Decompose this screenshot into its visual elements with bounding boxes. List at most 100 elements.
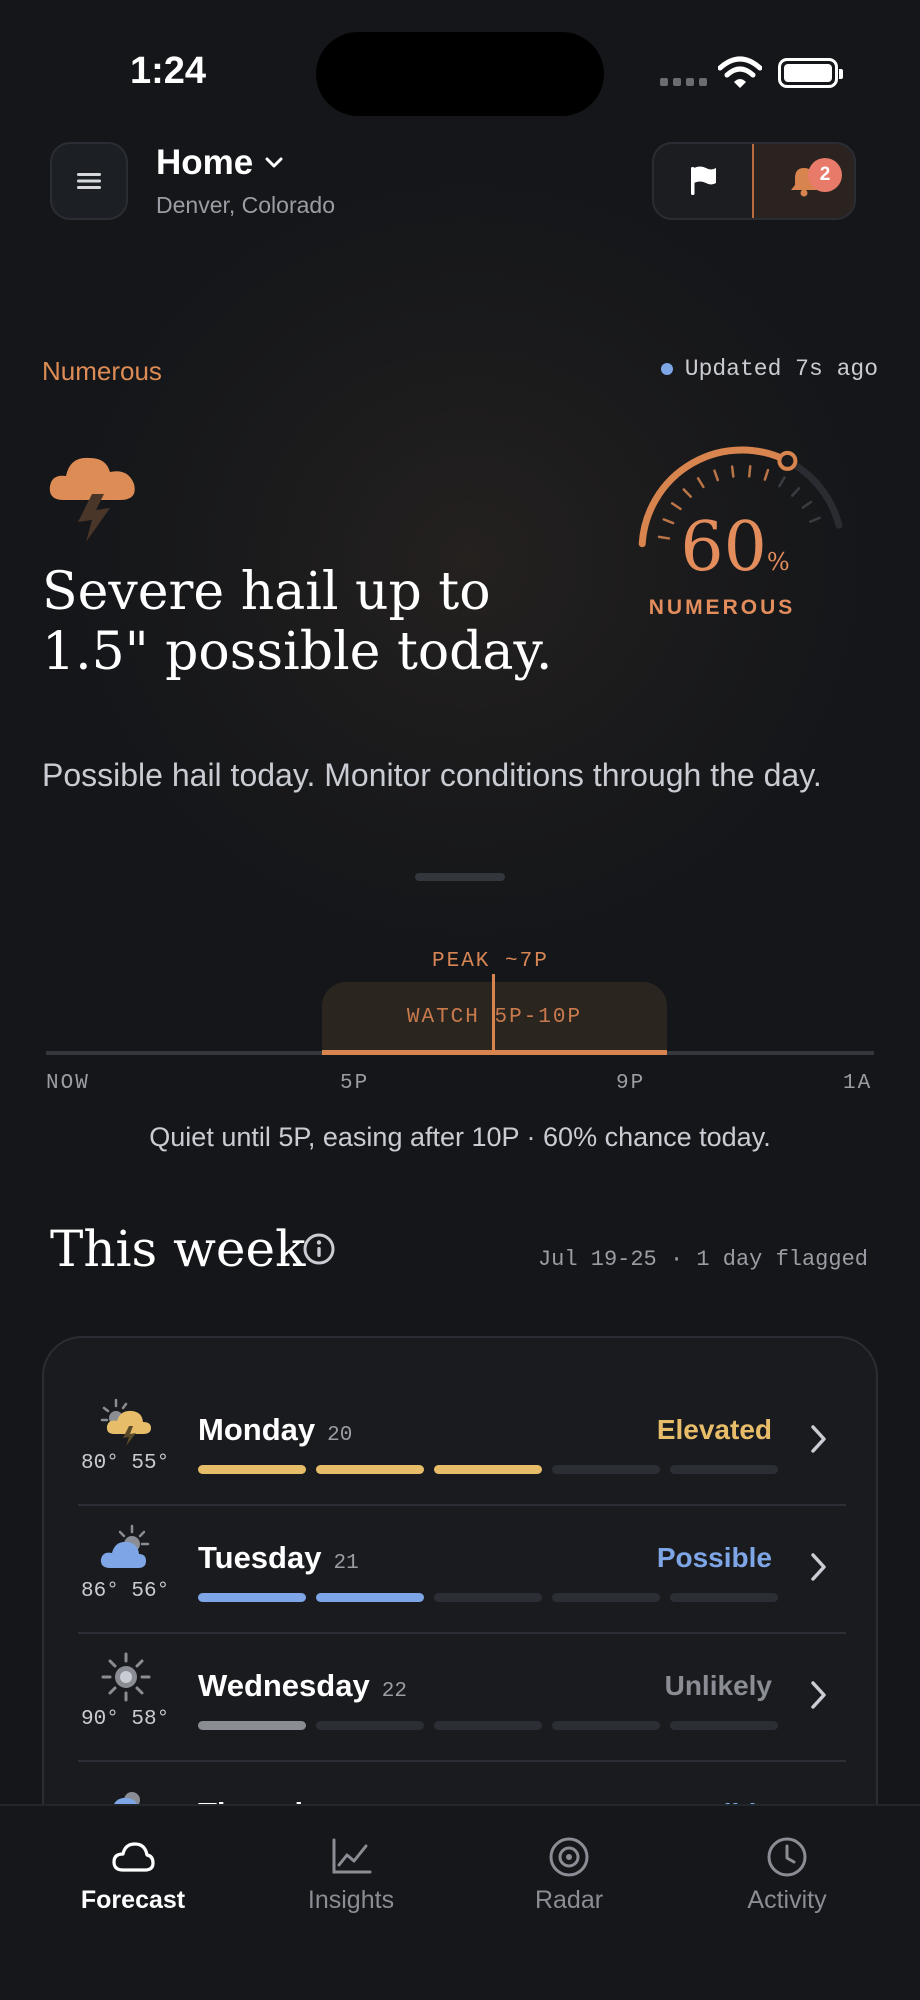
timeline-caption: Quiet until 5P, easing after 10P · 60% c… xyxy=(149,1122,771,1152)
updated-text: Updated 7s ago xyxy=(684,356,878,382)
tab-label: Activity xyxy=(747,1886,827,1914)
header-actions: 2 xyxy=(652,142,856,220)
hamburger-icon xyxy=(77,173,101,189)
gauge-tick xyxy=(801,500,813,509)
day-temps: 86° 56° xyxy=(81,1580,170,1603)
radar-icon xyxy=(549,1837,589,1877)
day-risk-level: Possible xyxy=(656,1542,772,1573)
cloud-icon xyxy=(112,1842,155,1872)
risk-bars xyxy=(198,1465,778,1474)
day-date: 21 xyxy=(333,1552,359,1575)
notification-badge: 2 xyxy=(808,158,842,192)
day-name: Monday 20 xyxy=(198,1412,352,1448)
hero-summary: Possible hail today. Monitor conditions … xyxy=(42,757,822,793)
risk-bar xyxy=(198,1465,306,1474)
wifi-icon xyxy=(718,56,762,88)
risk-bar xyxy=(552,1465,660,1474)
partly-cloudy-icon xyxy=(100,1524,150,1568)
gauge-unit: % xyxy=(766,548,790,576)
tab-label: Insights xyxy=(307,1886,395,1914)
sun-icon xyxy=(101,1652,151,1702)
risk-bar xyxy=(434,1593,542,1602)
hero-headline: Severe hail up to 1.5" possible today. xyxy=(42,562,553,682)
risk-label: Numerous xyxy=(42,356,162,386)
storm-cloud-lightning-icon xyxy=(49,457,135,542)
status-time: 1:24 xyxy=(130,50,207,92)
day-row-wednesday[interactable]: 90° 58° Wednesday 22 Unlikely xyxy=(78,1634,846,1762)
forecast-screen: 1:24 Home Denver, Colorado 2 Numerous Up… xyxy=(0,0,920,2000)
menu-button[interactable] xyxy=(50,142,128,220)
gauge-number: 60 xyxy=(680,508,767,587)
risk-bar xyxy=(670,1721,778,1730)
chevron-right-icon xyxy=(811,1425,826,1453)
day-risk-level: Unlikely xyxy=(664,1670,772,1701)
cellular-signal-icon xyxy=(660,78,707,86)
gauge-tick xyxy=(696,477,705,489)
risk-bar xyxy=(552,1721,660,1730)
day-temps: 80° 55° xyxy=(81,1452,170,1475)
gauge-tick xyxy=(730,465,735,478)
day-name: Wednesday 22 xyxy=(198,1668,407,1704)
day-risk-level: Elevated xyxy=(656,1414,772,1445)
risk-bar xyxy=(434,1465,542,1474)
tab-label: Forecast xyxy=(80,1886,186,1914)
day-row-tuesday[interactable]: 86° 56° Tuesday 21 Possible xyxy=(78,1506,846,1634)
live-dot-icon xyxy=(660,363,673,375)
day-name-text: Tuesday xyxy=(198,1540,322,1575)
sheet-handle[interactable] xyxy=(415,873,505,881)
day-date: 20 xyxy=(327,1424,353,1447)
peak-marker xyxy=(492,974,495,1054)
gauge-knob xyxy=(777,450,798,471)
flag-icon xyxy=(691,166,716,195)
tab-bar: Forecast Insights Radar Activity xyxy=(0,1804,920,2000)
gauge-tick xyxy=(790,487,801,497)
day-date: 22 xyxy=(381,1680,407,1703)
gauge-tick xyxy=(778,476,786,488)
peak-label: PEAK ~7P xyxy=(432,950,549,973)
chart-icon xyxy=(332,1838,372,1874)
risk-bar xyxy=(198,1593,306,1602)
risk-bar xyxy=(316,1593,424,1602)
timeline-tick-5p: 5P xyxy=(340,1072,370,1095)
location-selector[interactable]: Home xyxy=(156,143,283,183)
timeline-tick-9p: 9P xyxy=(616,1072,646,1095)
battery-icon xyxy=(778,58,843,88)
tab-forecast[interactable]: Forecast xyxy=(28,1836,238,1915)
risk-bar xyxy=(316,1721,424,1730)
location-subtitle: Denver, Colorado xyxy=(156,192,335,218)
risk-bar xyxy=(670,1465,778,1474)
gauge-tick xyxy=(763,468,770,481)
info-icon[interactable] xyxy=(302,1232,336,1266)
risk-bars xyxy=(198,1721,778,1730)
location-title: Home xyxy=(156,143,254,182)
week-meta: Jul 19-25 · 1 day flagged xyxy=(537,1247,868,1272)
day-temps: 90° 58° xyxy=(81,1708,170,1731)
tab-activity[interactable]: Activity xyxy=(682,1836,892,1915)
notifications-button[interactable]: 2 xyxy=(752,144,854,218)
tab-radar[interactable]: Radar xyxy=(464,1836,674,1915)
gauge-value: 60% xyxy=(655,508,815,587)
day-name-text: Wednesday xyxy=(198,1668,370,1703)
clock-icon xyxy=(767,1837,807,1877)
dynamic-island xyxy=(316,32,604,116)
chevron-down-icon xyxy=(265,157,283,168)
day-name: Tuesday 21 xyxy=(198,1540,359,1576)
flag-button[interactable] xyxy=(654,144,752,218)
week-title: This week xyxy=(50,1220,306,1278)
risk-bar xyxy=(316,1465,424,1474)
risk-bars xyxy=(198,1593,778,1602)
gauge-level-label: NUMEROUS xyxy=(648,596,796,619)
tab-label: Radar xyxy=(534,1886,604,1914)
gauge-tick xyxy=(748,465,752,478)
risk-bar xyxy=(434,1721,542,1730)
storm-sun-icon xyxy=(100,1398,151,1446)
chevron-right-icon xyxy=(811,1681,826,1709)
gauge-tick xyxy=(713,469,720,482)
tab-insights[interactable]: Insights xyxy=(246,1836,456,1915)
day-row-monday[interactable]: 80° 55° Monday 20 Elevated xyxy=(78,1378,846,1506)
day-name-text: Monday xyxy=(198,1412,316,1447)
updated-indicator: Updated 7s ago xyxy=(660,356,878,382)
risk-bar xyxy=(198,1721,306,1730)
timeline-tick-now: NOW xyxy=(46,1072,90,1095)
chevron-right-icon xyxy=(811,1553,826,1581)
